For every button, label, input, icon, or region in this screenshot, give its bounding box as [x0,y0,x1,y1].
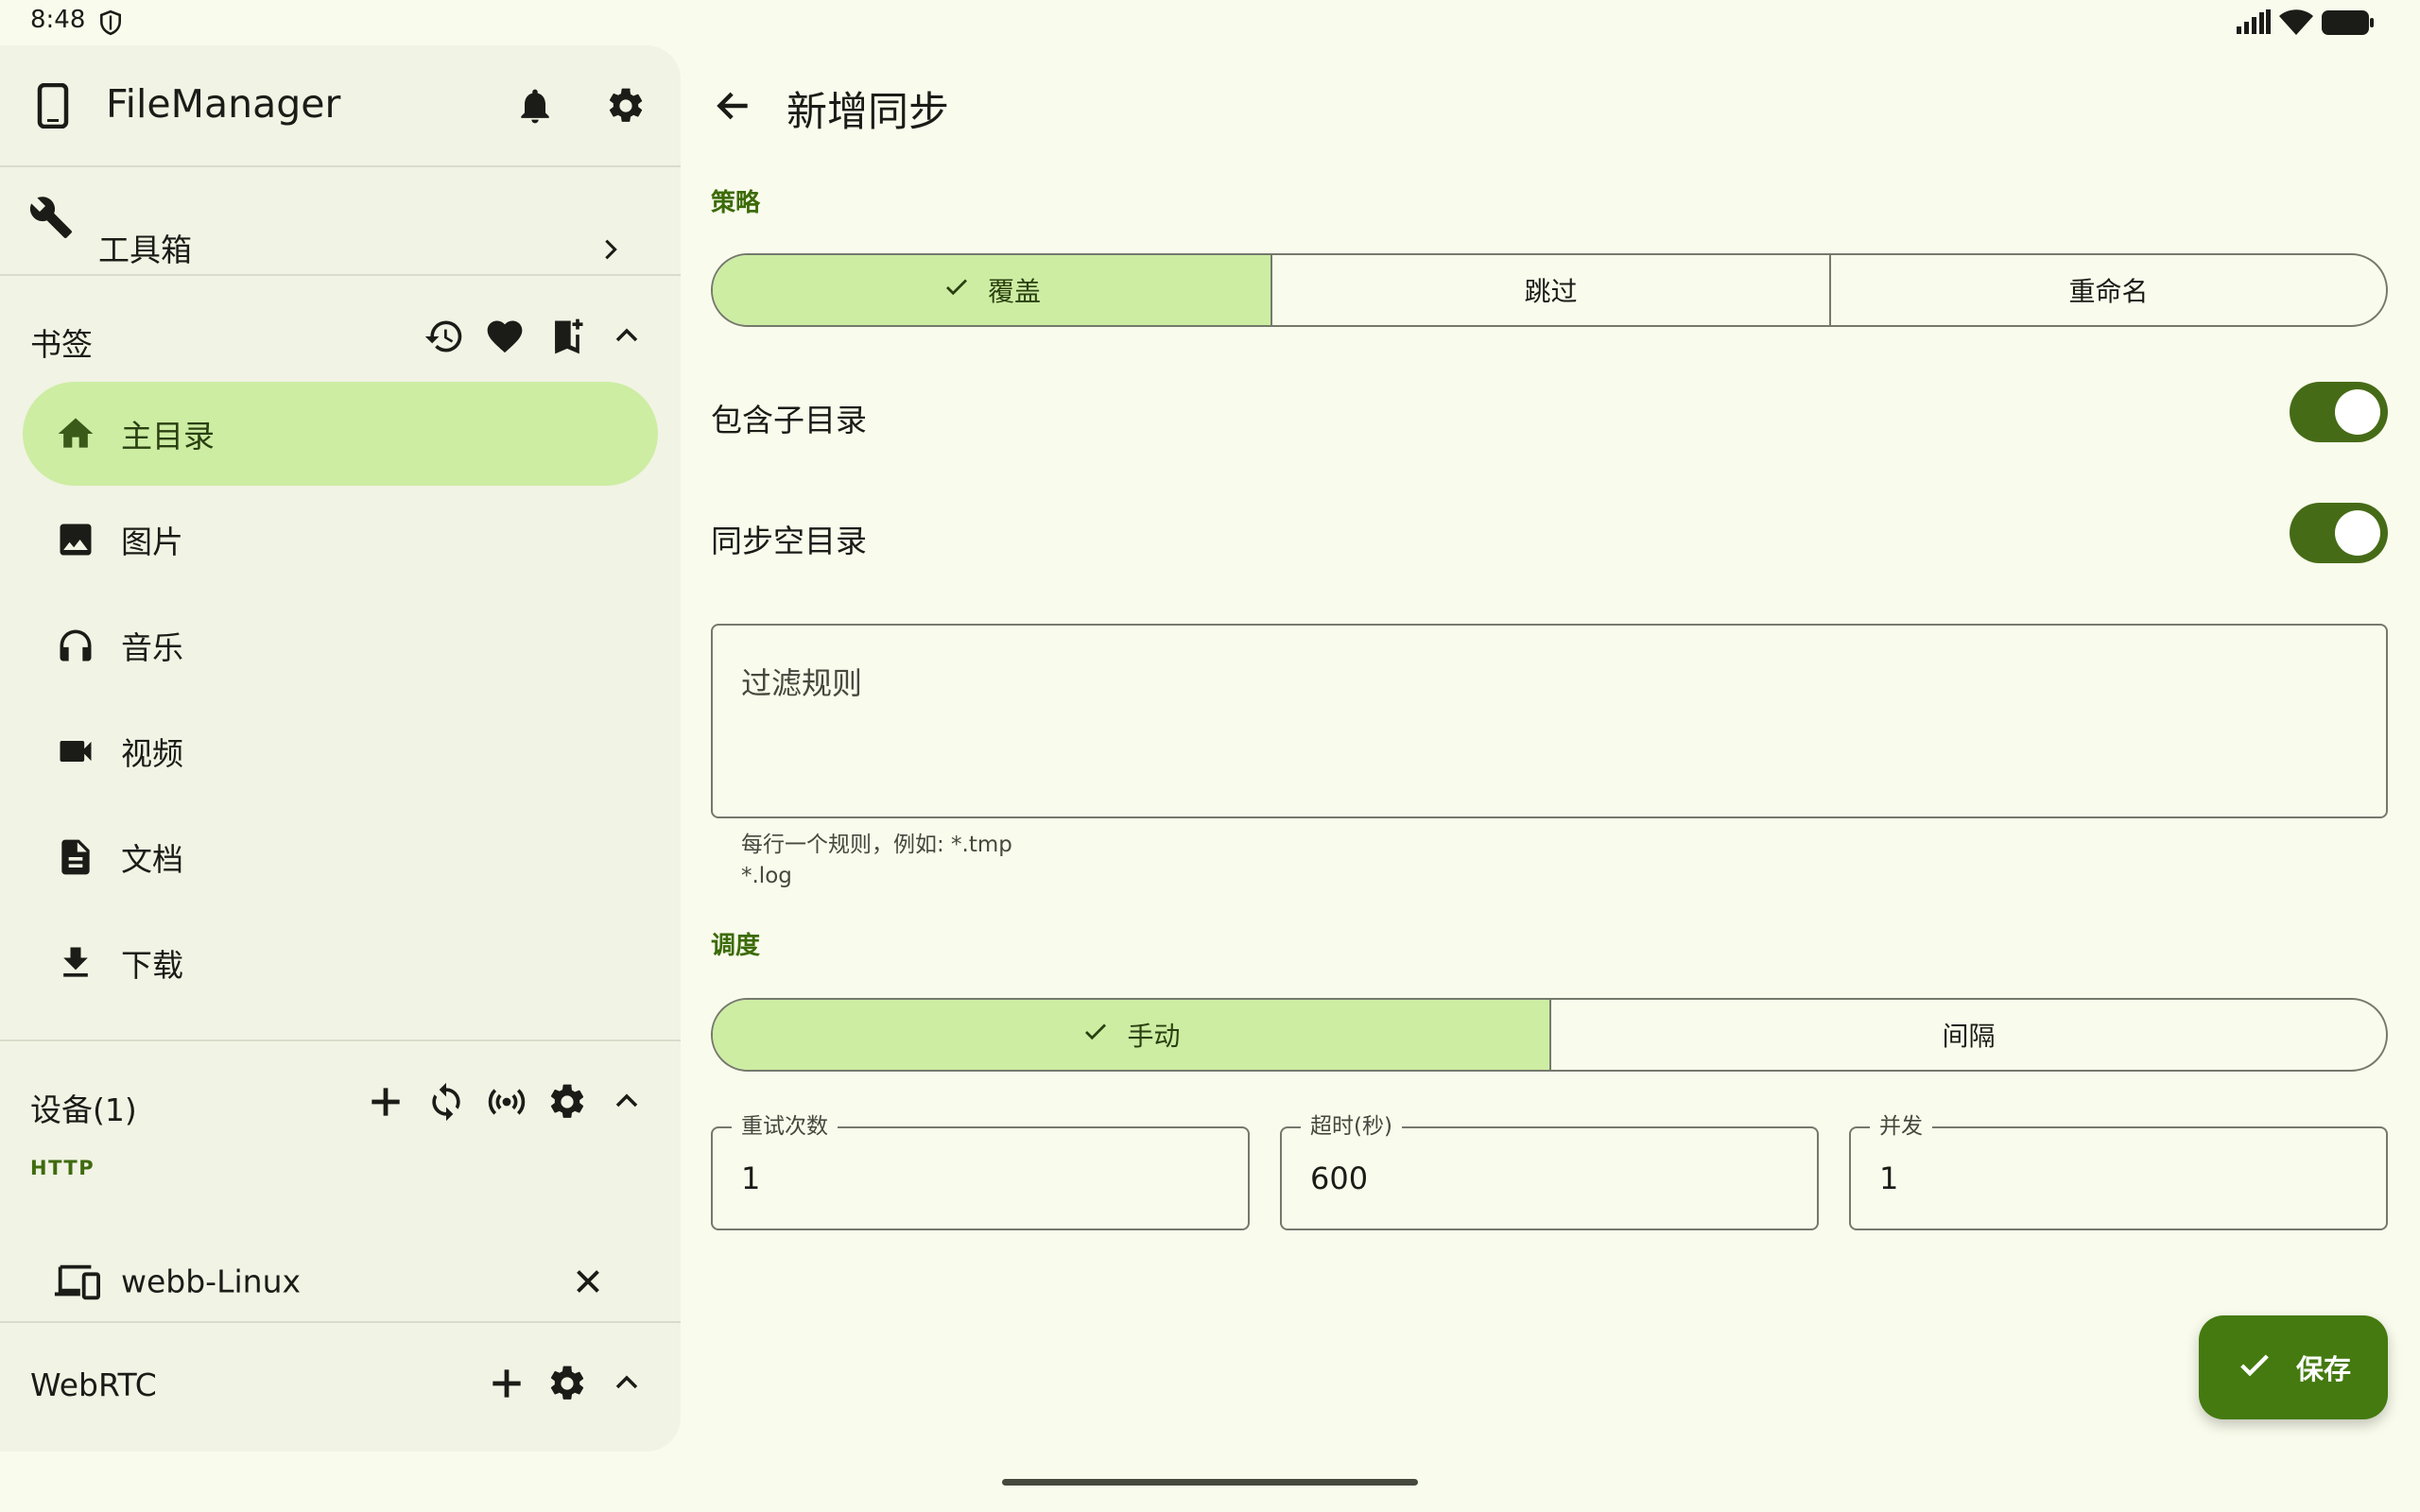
bookmark-label: 主目录 [121,418,215,455]
option-label: 覆盖 [987,276,1041,307]
switch-knob [2335,510,2380,556]
heart-icon[interactable] [484,316,526,357]
wifi-icon [2278,8,2314,36]
status-time: 8:48 [30,6,86,34]
option-label: 间隔 [1942,1021,1996,1052]
filter-helper-text: 每行一个规则，例如: *.tmp *.log [741,830,1012,892]
strategy-segmented-control: 覆盖 跳过 重命名 [711,253,2388,327]
save-label: 保存 [2295,1353,2351,1385]
option-label: 手动 [1127,1021,1181,1052]
sync-icon[interactable] [425,1081,467,1123]
filter-rules-textarea[interactable]: 过滤规则 [711,624,2388,818]
history-icon[interactable] [424,316,465,357]
back-arrow-icon[interactable] [713,85,754,127]
bookmark-item-music[interactable]: 音乐 [23,593,658,697]
settings-gear-icon[interactable] [546,1363,588,1404]
toolbox-label: 工具箱 [98,232,192,268]
concurrency-field[interactable]: 并发 1 [1849,1112,2388,1230]
option-label: 重命名 [2068,276,2149,307]
helper-line: *.log [741,864,792,888]
check-icon [942,273,971,308]
switch-knob [2335,389,2380,435]
divider [0,274,681,276]
bookmark-label: 图片 [121,524,183,560]
bookmark-label: 视频 [121,735,183,772]
close-icon[interactable] [571,1264,605,1298]
battery-icon [2322,9,2375,36]
field-label: 重试次数 [732,1112,838,1141]
document-icon [55,836,96,878]
signal-icon [2237,9,2271,34]
settings-gear-icon[interactable] [605,85,647,127]
option-label: 跳过 [1524,276,1578,307]
include-subdirs-label: 包含子目录 [711,402,867,438]
chevron-right-icon [597,236,624,263]
bell-icon[interactable] [514,85,556,127]
strategy-option-rename[interactable]: 重命名 [1831,255,2386,325]
download-icon [55,942,96,984]
navigation-drawer: FileManager 工具箱 书签 主目录 图片 音乐 视频 文档 下载 设备… [0,45,681,1452]
chevron-up-icon[interactable] [613,1087,641,1115]
schedule-segmented-control: 手动 间隔 [711,998,2388,1072]
home-icon [55,413,96,455]
vpn-shield-icon [98,9,123,36]
bookmark-item-documents[interactable]: 文档 [23,805,658,909]
field-value: 1 [1879,1160,1899,1196]
videocam-icon [55,730,96,772]
sync-empty-dirs-switch[interactable] [2290,503,2388,563]
bookmark-label: 音乐 [121,629,183,666]
device-name: webb-Linux [121,1263,302,1300]
broadcast-icon[interactable] [486,1081,527,1123]
bookmarks-title: 书签 [30,326,93,363]
divider [0,1040,681,1041]
app-title: FileManager [106,81,341,127]
webrtc-title: WebRTC [30,1366,157,1403]
devices-title: 设备(1) [30,1091,137,1128]
retry-count-field[interactable]: 重试次数 1 [711,1112,1250,1230]
headphones-icon [55,625,96,666]
timeout-field[interactable]: 超时(秒) 600 [1280,1112,1819,1230]
bookmark-item-home[interactable]: 主目录 [23,382,658,486]
toolbox-row[interactable]: 工具箱 [0,168,681,319]
chevron-up-icon[interactable] [613,1368,641,1397]
chevron-up-icon[interactable] [613,321,641,350]
field-label: 并发 [1870,1112,1932,1141]
field-label: 超时(秒) [1301,1112,1402,1141]
page-title: 新增同步 [786,89,949,136]
bookmark-item-pictures[interactable]: 图片 [23,488,658,592]
strategy-label: 策略 [711,189,761,217]
field-value: 1 [741,1160,761,1196]
divider [0,1321,681,1323]
settings-gear-icon[interactable] [546,1081,588,1123]
check-icon [1081,1018,1110,1053]
sync-empty-dirs-label: 同步空目录 [711,523,867,559]
strategy-option-skip[interactable]: 跳过 [1272,255,1831,325]
phone-icon [36,83,70,129]
strategy-option-overwrite[interactable]: 覆盖 [713,255,1272,325]
include-subdirs-switch[interactable] [2290,382,2388,442]
bookmark-label: 文档 [121,841,183,878]
add-icon[interactable] [365,1081,406,1123]
home-indicator[interactable] [1002,1479,1418,1486]
http-group-label: HTTP [30,1157,95,1179]
wrench-icon [28,195,74,240]
bookmark-add-icon[interactable] [546,316,588,357]
filter-rules-placeholder: 过滤规则 [741,665,863,701]
check-icon [2236,1347,2273,1388]
save-button[interactable]: 保存 [2199,1315,2388,1419]
schedule-option-interval[interactable]: 间隔 [1551,1000,2386,1070]
add-icon[interactable] [486,1363,527,1404]
device-item[interactable]: webb-Linux [23,1234,658,1329]
bookmark-item-downloads[interactable]: 下载 [23,911,658,1015]
devices-icon [53,1261,100,1302]
image-icon [55,519,96,560]
bookmark-item-videos[interactable]: 视频 [23,699,658,803]
bookmark-label: 下载 [121,947,183,984]
field-value: 600 [1310,1160,1369,1196]
schedule-label: 调度 [711,932,761,960]
divider [0,165,681,167]
schedule-option-manual[interactable]: 手动 [713,1000,1551,1070]
helper-line: 每行一个规则，例如: *.tmp [741,833,1012,857]
